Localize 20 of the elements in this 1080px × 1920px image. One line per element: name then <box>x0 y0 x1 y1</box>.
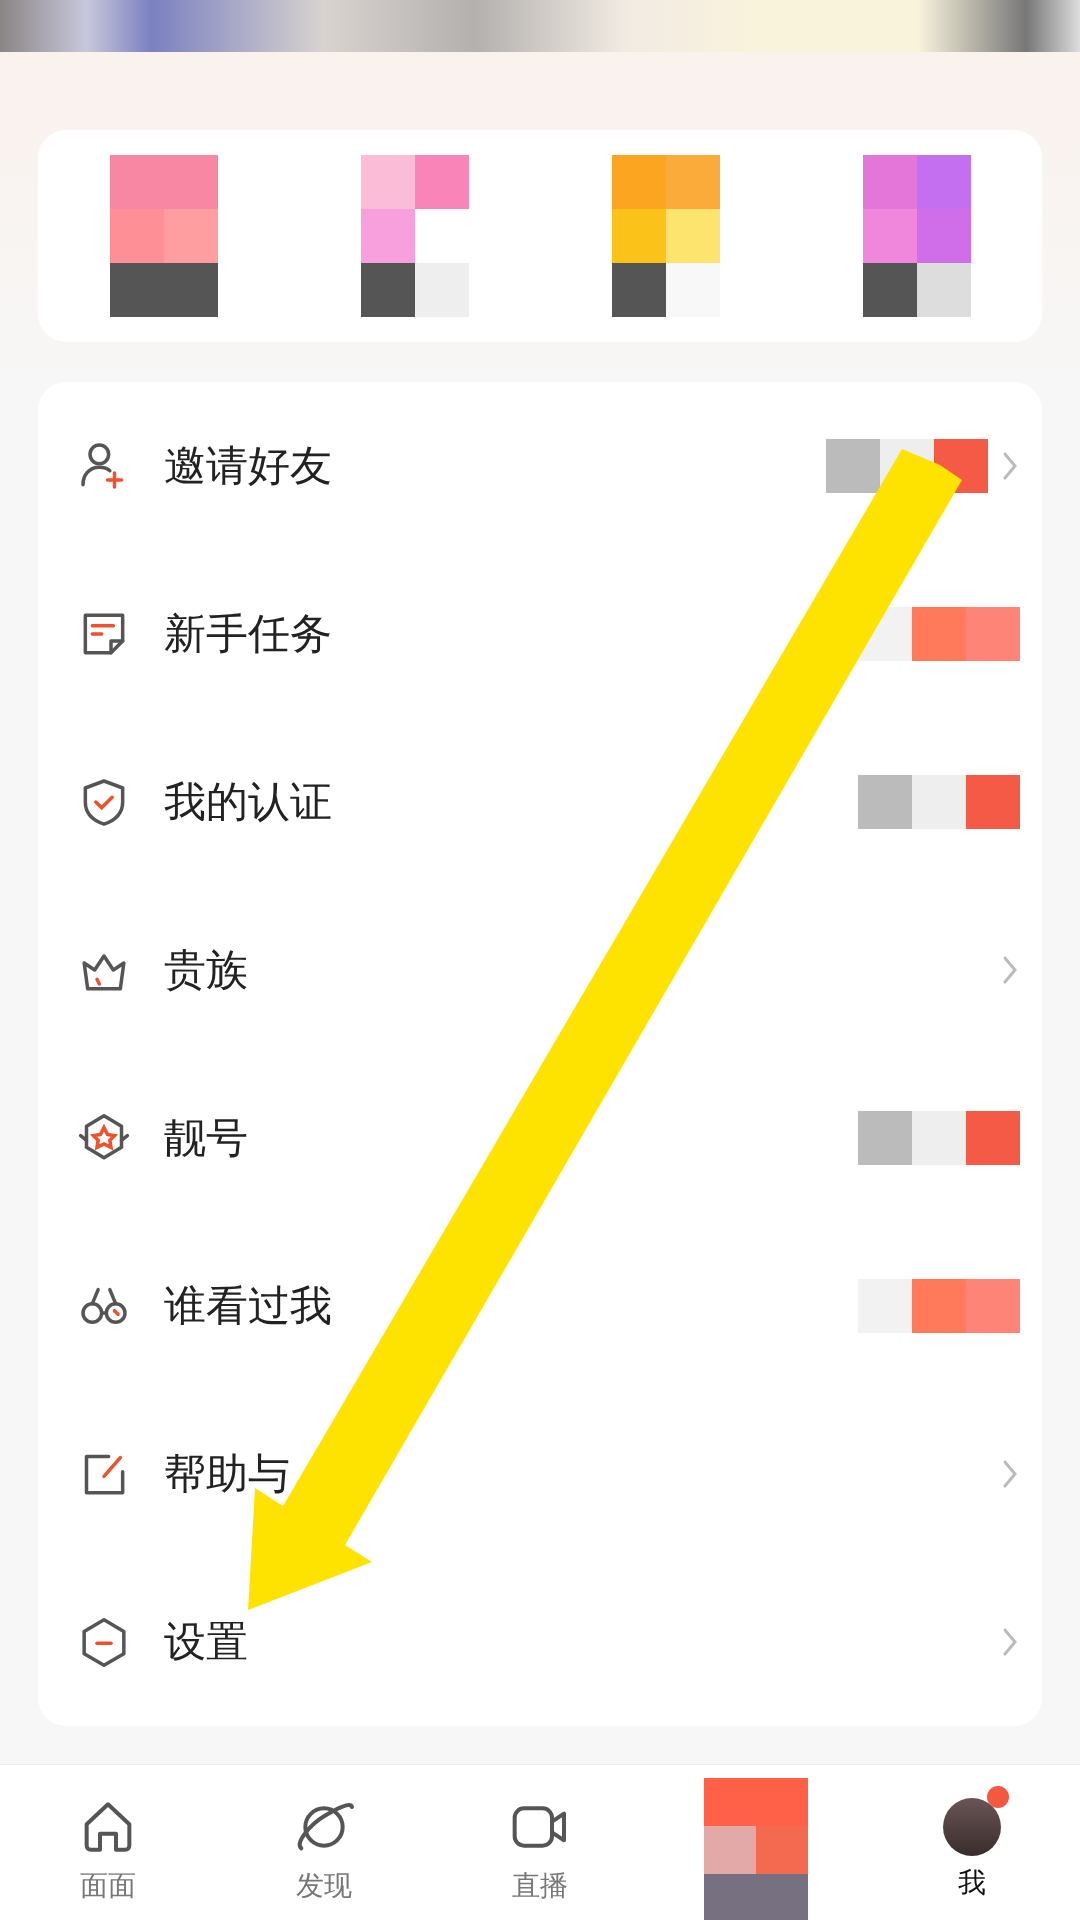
menu-label: 谁看过我 <box>164 1280 333 1332</box>
menu-item[interactable]: 谁看过我 <box>38 1222 1042 1390</box>
menu-label: 帮助与 <box>164 1448 291 1500</box>
menu-label: 邀请好友 <box>164 440 333 492</box>
menu-item[interactable]: 设置 <box>38 1558 1042 1726</box>
menu-label: 我的认证 <box>164 776 333 828</box>
avatar-icon <box>943 1797 1001 1856</box>
menu-label: 设置 <box>164 1616 249 1668</box>
tab-item[interactable]: 面面 <box>33 1780 183 1905</box>
menu-item[interactable]: 我的认证 <box>38 718 1042 886</box>
menu-label: 贵族 <box>164 944 249 996</box>
menu-item[interactable]: 贵族 <box>38 886 1042 1054</box>
tab-item[interactable]: 直播 <box>465 1780 615 1905</box>
tab-item[interactable]: 我 <box>897 1783 1047 1902</box>
menu-item[interactable]: 帮助与 <box>38 1390 1042 1558</box>
menu-label: 新手任务 <box>164 608 333 660</box>
menu-item[interactable]: 靓号 <box>38 1054 1042 1222</box>
tab-item[interactable]: 发现 <box>249 1780 399 1905</box>
menu-label: 靓号 <box>164 1112 249 1164</box>
menu-item[interactable]: 新手任务 <box>38 550 1042 718</box>
